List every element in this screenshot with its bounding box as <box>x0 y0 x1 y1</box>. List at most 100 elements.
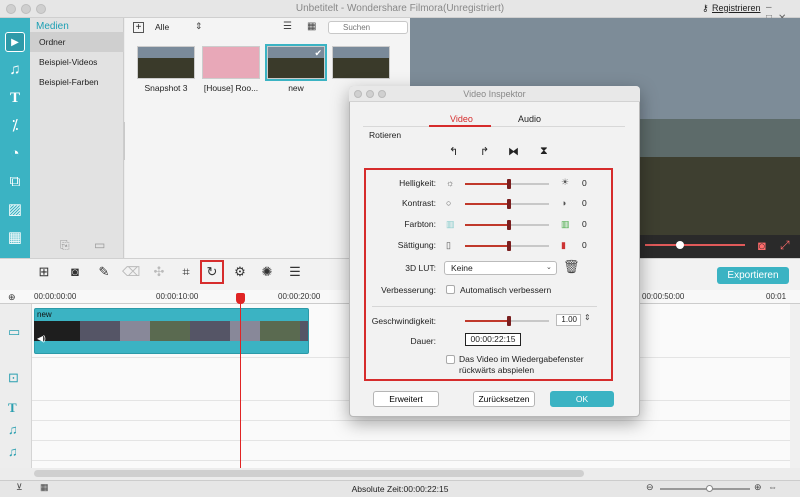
filter-chevron-icon[interactable]: ⇕ <box>195 21 203 32</box>
saturation-label: Sättigung: <box>397 240 436 250</box>
track-headers: ▭ ⊡ T ♫ ♫ <box>0 304 32 468</box>
flip-vertical-icon[interactable]: ⧗ <box>540 145 548 158</box>
media-folder-item[interactable]: Ordner <box>30 32 124 52</box>
brightness-value: 0 <box>582 178 587 188</box>
media-icon[interactable]: ▶ <box>5 32 25 52</box>
playback-progress[interactable] <box>645 244 745 246</box>
split-screen-icon[interactable]: ▦ <box>5 228 25 248</box>
overlay-icon[interactable]: ⧉ <box>5 172 25 192</box>
tab-separator <box>363 126 625 127</box>
media-thumbnail[interactable] <box>332 46 390 79</box>
checkmark-icon: ✔ <box>314 48 322 58</box>
speed-stepper-icon[interactable]: ⇕ <box>584 313 591 322</box>
zoom-slider[interactable] <box>660 488 750 490</box>
saturation-high-icon: ▮ <box>561 240 566 250</box>
contrast-low-icon: ○ <box>446 198 452 208</box>
trash-icon[interactable]: 🗑 <box>563 259 580 275</box>
ruler-timecode: 00:00:50:00 <box>642 292 685 301</box>
auto-enhance-label: Automatisch verbessern <box>460 285 552 295</box>
sample-videos-item[interactable]: Beispiel-Videos <box>30 52 124 72</box>
text-track-icon[interactable]: T <box>8 400 17 416</box>
dialog-title: Video Inspektor <box>463 89 526 99</box>
pen-icon[interactable]: ✎ <box>95 263 113 281</box>
search-input[interactable] <box>328 21 408 34</box>
overlay-track-icon[interactable]: ⊡ <box>8 370 19 386</box>
fit-timeline-icon[interactable]: ⇔ <box>768 482 777 492</box>
snapshot-icon[interactable]: ◙ <box>66 263 84 281</box>
settings-icon[interactable]: ⚙ <box>231 263 249 281</box>
media-thumbnail[interactable] <box>202 46 260 79</box>
music-icon[interactable]: ♫ <box>5 60 25 80</box>
media-thumbnail[interactable] <box>137 46 195 79</box>
hue-high-icon: ▥ <box>561 219 570 229</box>
contrast-high-icon: ◑ <box>561 198 567 208</box>
zoom-out-icon[interactable]: ⊖ <box>646 482 654 493</box>
adjust-icon[interactable]: ☰ <box>286 263 304 281</box>
minimize-icon: – <box>766 2 778 13</box>
ruler-timecode: 00:00:20:00 <box>278 292 321 301</box>
voice-track-icon[interactable]: ♫ <box>8 444 18 459</box>
ruler-timecode: 00:00:00:00 <box>34 292 77 301</box>
folder-icon[interactable]: ▭ <box>94 238 105 252</box>
grid-view-icon[interactable]: ▦ <box>307 21 316 32</box>
clip-volume-icon[interactable]: ◀) <box>37 334 46 343</box>
active-tab-indicator <box>429 125 491 127</box>
lut-label: 3D LUT: <box>405 263 436 273</box>
import-plus-icon[interactable]: + <box>133 22 144 33</box>
camera-icon[interactable]: ◙ <box>758 238 766 253</box>
lut-select[interactable]: Keine <box>444 261 557 275</box>
add-media-icon[interactable]: ⊞ <box>35 263 53 281</box>
zoom-in-icon[interactable]: ⊕ <box>754 482 762 493</box>
video-track-icon[interactable]: ▭ <box>8 324 20 340</box>
image-icon[interactable]: ▨ <box>5 200 25 220</box>
crop-icon[interactable]: ⌗ <box>177 263 195 281</box>
reverse-label-line1: Das Video im Wiedergabefenster <box>459 354 584 364</box>
export-button[interactable]: Exportieren <box>717 267 789 284</box>
speed-icon: ✣ <box>153 264 165 279</box>
window-title: Unbetitelt - Wondershare Filmora(Unregis… <box>295 3 505 14</box>
auto-enhance-checkbox[interactable] <box>446 285 455 294</box>
flip-horizontal-icon[interactable]: ⧓ <box>508 145 519 158</box>
saturation-slider[interactable] <box>465 241 549 251</box>
hue-low-icon: ▥ <box>446 219 455 229</box>
zoom-handle[interactable] <box>706 485 713 492</box>
reverse-checkbox[interactable] <box>446 355 455 364</box>
thumbnail-label: [House] Roo... <box>203 83 259 93</box>
duration-field[interactable]: 00:00:22:15 <box>465 333 521 346</box>
media-thumbnail[interactable]: ✔ <box>265 44 327 81</box>
add-track-icon[interactable]: ⊕ <box>8 292 16 303</box>
tab-audio[interactable]: Audio <box>518 114 541 124</box>
rotate-icon[interactable]: ↻ <box>200 260 224 284</box>
text-icon[interactable]: T <box>5 88 25 108</box>
register-link[interactable]: Registrieren <box>712 3 761 13</box>
horizontal-scrollbar[interactable] <box>34 470 584 477</box>
transition-icon[interactable]: ⁒ <box>5 116 25 136</box>
rotate-left-icon[interactable]: ↰ <box>449 145 458 158</box>
ok-button[interactable]: OK <box>550 391 614 407</box>
advanced-button[interactable]: Erweitert <box>373 391 439 407</box>
speed-slider[interactable] <box>465 316 549 326</box>
enhance-label: Verbesserung: <box>381 285 436 295</box>
new-folder-icon[interactable]: ⎘ <box>60 238 70 253</box>
playhead[interactable] <box>240 296 241 468</box>
brightness-label: Helligkeit: <box>399 178 436 188</box>
speed-input[interactable]: 1.00 <box>556 314 581 326</box>
filter-icon[interactable]: ◔ <box>5 144 25 164</box>
playback-handle[interactable] <box>676 241 684 249</box>
reset-button[interactable]: Zurücksetzen <box>473 391 535 407</box>
sort-list-icon[interactable]: ☰ <box>283 21 292 32</box>
saturation-low-icon: ▯ <box>446 240 451 250</box>
tool-rail: ▶ ♫ T ⁒ ◔ ⧉ ▨ ▦ <box>0 18 30 258</box>
music-track-icon[interactable]: ♫ <box>8 422 18 437</box>
rotate-right-icon[interactable]: ↱ <box>480 145 489 158</box>
color-icon[interactable]: ✺ <box>258 263 276 281</box>
vertical-scrollbar[interactable] <box>790 304 800 468</box>
media-sidebar: Medien Ordner Beispiel-Videos Beispiel-F… <box>30 18 124 258</box>
sample-colors-item[interactable]: Beispiel-Farben <box>30 72 124 92</box>
brightness-slider[interactable] <box>465 179 549 189</box>
fullscreen-icon[interactable]: ⤢ <box>780 238 790 253</box>
contrast-slider[interactable] <box>465 199 549 209</box>
hue-slider[interactable] <box>465 220 549 230</box>
filter-dropdown[interactable]: Alle <box>155 22 169 32</box>
tab-video[interactable]: Video <box>450 114 473 124</box>
